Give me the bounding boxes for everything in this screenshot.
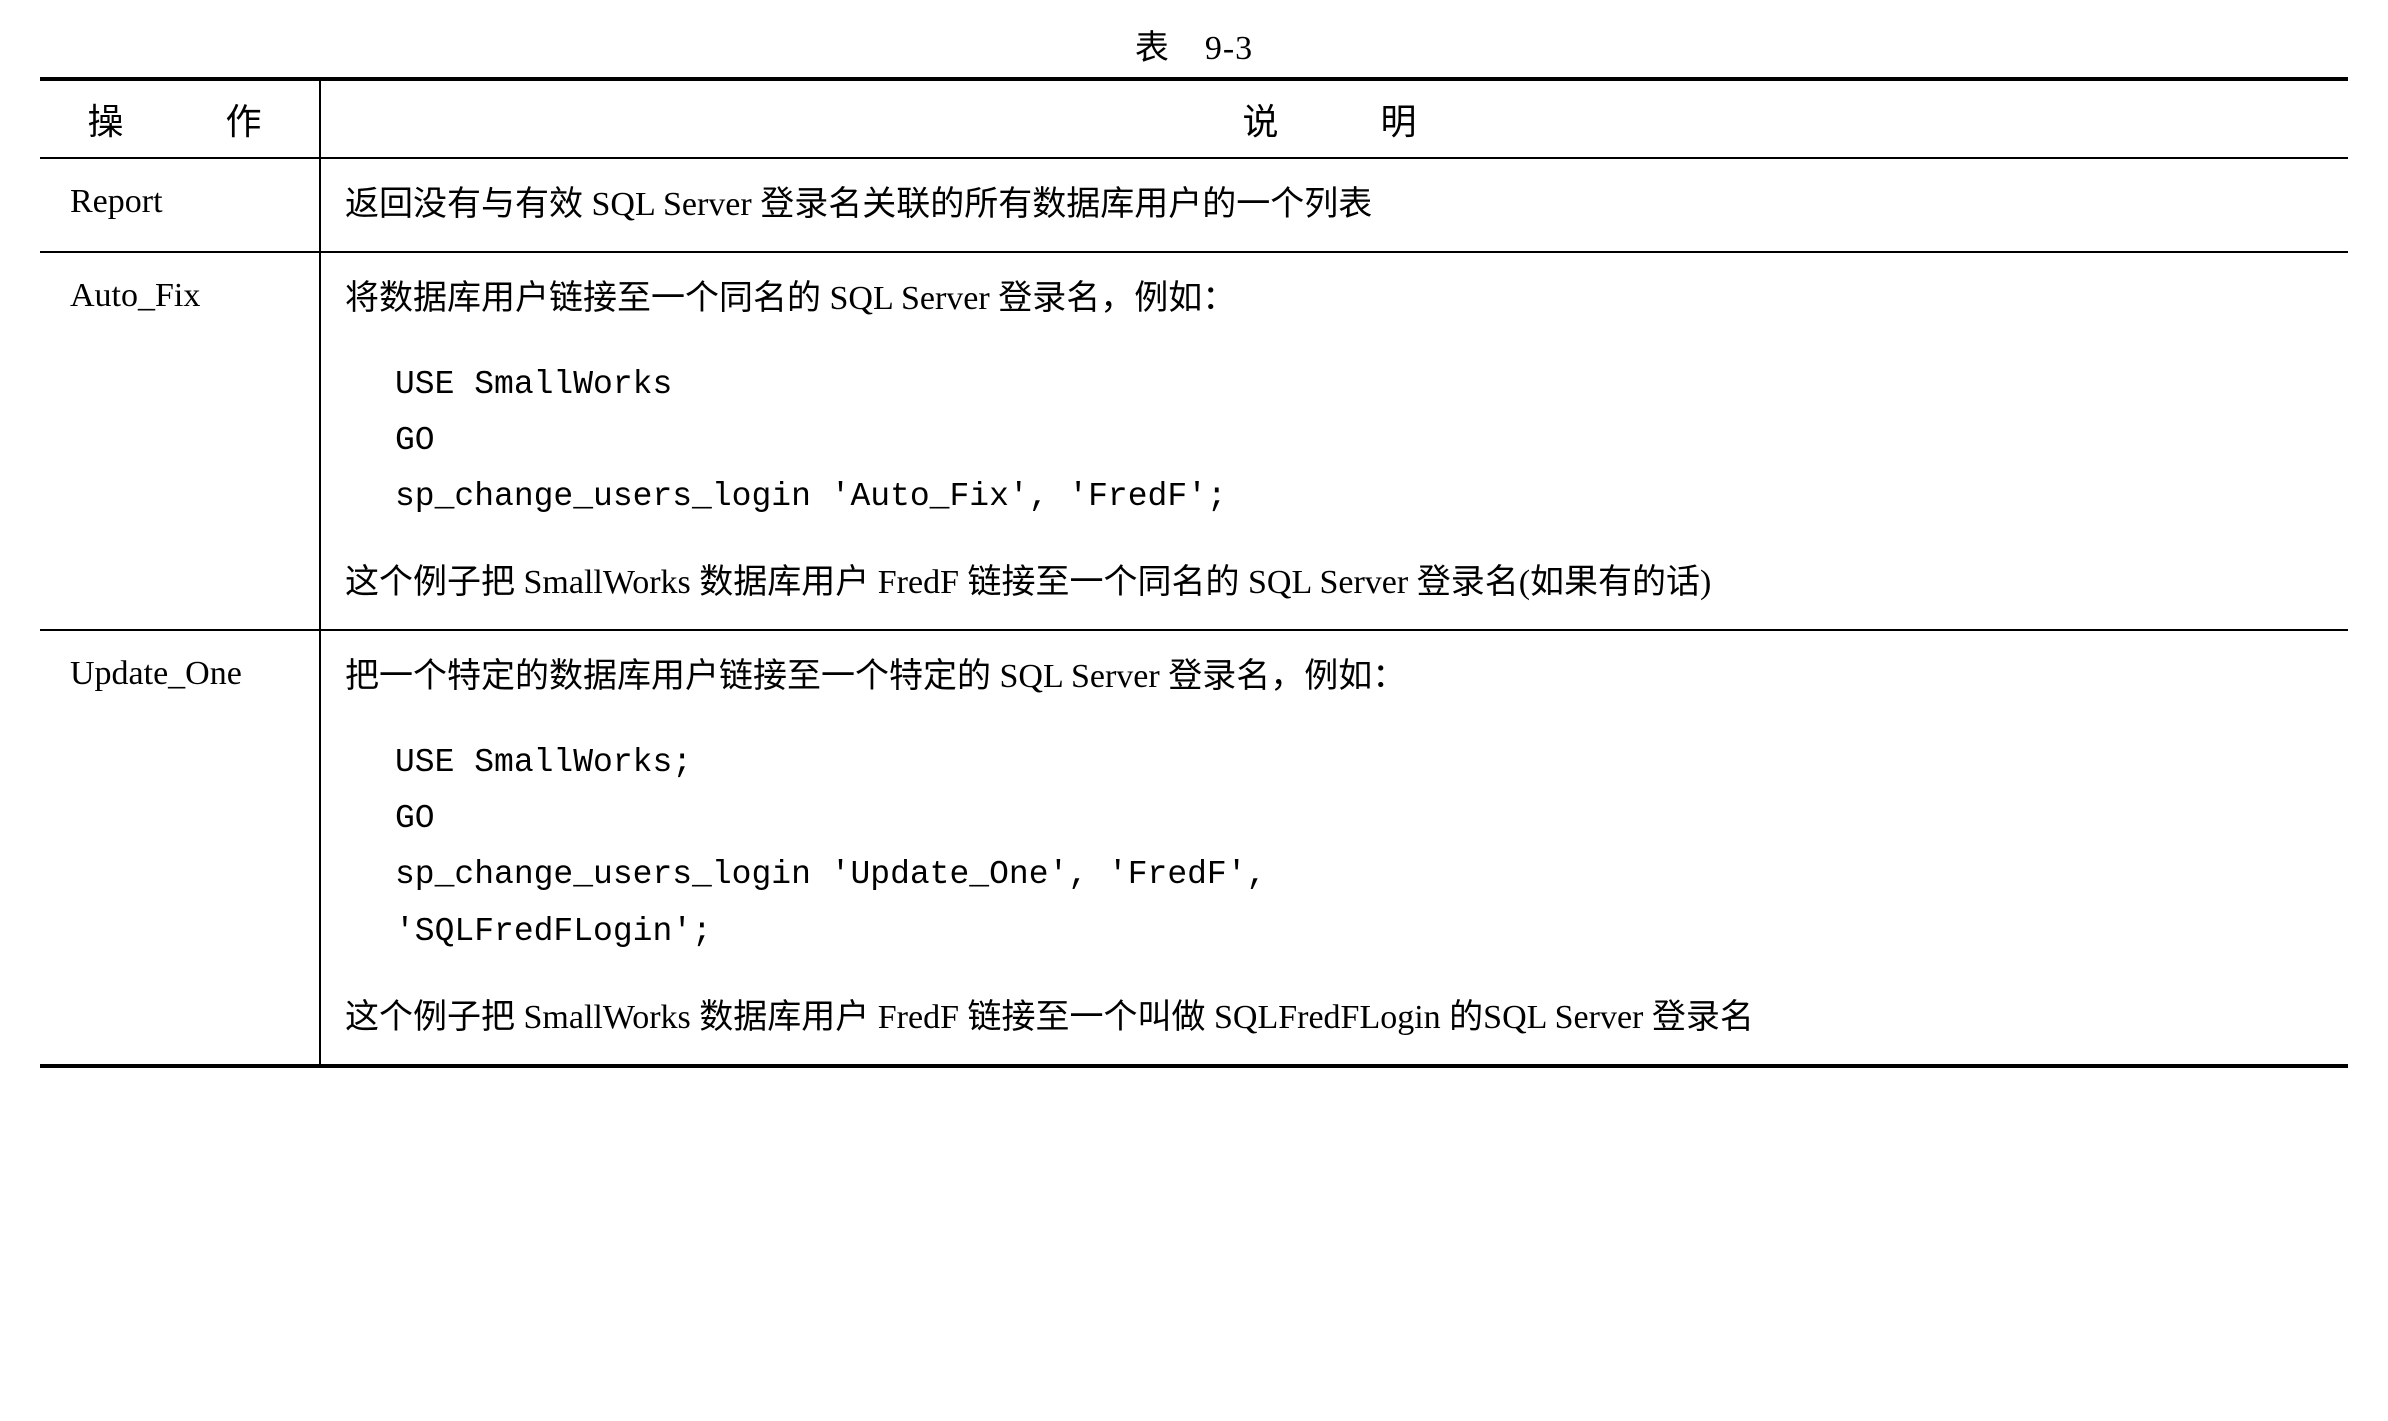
header-operation: 操 作 [40,79,320,158]
desc-report: 返回没有与有效 SQL Server 登录名关联的所有数据库用户的一个列表 [320,158,2348,252]
header-description: 说 明 [320,79,2348,158]
doc-table: 操 作 说 明 Report 返回没有与有效 SQL Server 登录名关联的… [40,77,2348,1068]
table-caption: 表 9-3 [40,20,2348,69]
desc-text: 把一个特定的数据库用户链接至一个特定的 SQL Server 登录名，例如： [345,643,2324,711]
op-autofix: Auto_Fix [40,252,320,630]
desc-updateone: 把一个特定的数据库用户链接至一个特定的 SQL Server 登录名，例如： U… [320,630,2348,1065]
code-block: USE SmallWorks GO sp_change_users_login … [395,357,2324,525]
desc-text: 这个例子把 SmallWorks 数据库用户 FredF 链接至一个叫做 SQL… [345,984,2324,1052]
table-row: Auto_Fix 将数据库用户链接至一个同名的 SQL Server 登录名，例… [40,252,2348,630]
op-updateone: Update_One [40,630,320,1065]
table-row: Update_One 把一个特定的数据库用户链接至一个特定的 SQL Serve… [40,630,2348,1065]
code-block: USE SmallWorks; GO sp_change_users_login… [395,735,2324,959]
desc-text: 将数据库用户链接至一个同名的 SQL Server 登录名，例如： [345,265,2324,333]
desc-text: 这个例子把 SmallWorks 数据库用户 FredF 链接至一个同名的 SQ… [345,549,2324,617]
table-header-row: 操 作 说 明 [40,79,2348,158]
desc-autofix: 将数据库用户链接至一个同名的 SQL Server 登录名，例如： USE Sm… [320,252,2348,630]
table-row: Report 返回没有与有效 SQL Server 登录名关联的所有数据库用户的… [40,158,2348,252]
op-report: Report [40,158,320,252]
desc-text: 返回没有与有效 SQL Server 登录名关联的所有数据库用户的一个列表 [345,171,2324,239]
